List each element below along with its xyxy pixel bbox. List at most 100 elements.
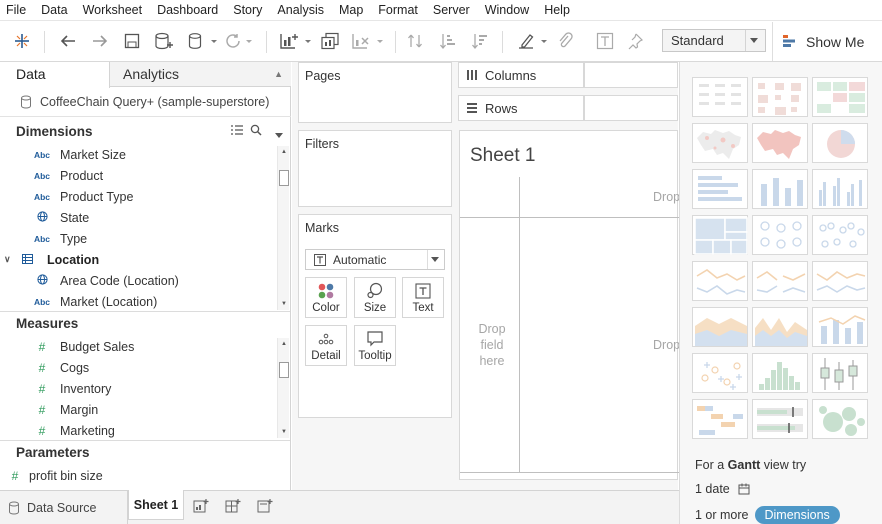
sort-descending-icon[interactable] [468,27,492,55]
side-by-side-bar-thumb[interactable] [812,169,868,209]
field-product-type[interactable]: Abc Product Type [0,186,133,207]
dimensions-scrollbar[interactable]: ▲ ▼ [277,146,289,310]
field-inventory[interactable]: # Inventory [0,378,112,399]
pause-updates-icon[interactable] [185,27,219,55]
datasource-item[interactable]: CoffeeChain Query+ (sample-superstore) [0,87,291,117]
area-discrete-thumb[interactable] [752,307,808,347]
view-size-select[interactable]: Standard [662,29,766,52]
highlight-icon[interactable] [514,27,550,55]
sort-ascending-icon[interactable] [436,27,460,55]
color-button[interactable]: Color [305,277,347,318]
swap-icon[interactable] [404,27,428,55]
menu-story[interactable]: Story [233,0,262,21]
area-continuous-thumb[interactable] [692,307,748,347]
save-icon[interactable] [121,27,143,55]
clear-icon[interactable] [348,27,386,55]
folder-location[interactable]: ∨ Location [0,249,99,270]
continuous-line-thumb[interactable] [692,261,748,301]
show-me-button[interactable]: Show Me [772,22,882,61]
search-icon[interactable] [250,124,262,139]
scroll-up-icon[interactable]: ▲ [278,338,290,350]
text-button[interactable]: Text [402,277,444,318]
menu-file[interactable]: File [6,0,26,21]
side-by-side-circle-thumb[interactable] [812,215,868,255]
field-market-location[interactable]: Abc Market (Location) [0,291,157,312]
pages-card[interactable]: Pages [298,62,452,123]
tab-data[interactable]: Data [0,62,110,88]
dual-combination-thumb[interactable] [812,307,868,347]
undo-icon[interactable] [56,27,80,55]
duplicate-icon[interactable] [318,27,342,55]
scroll-thumb[interactable] [279,362,289,378]
field-market-size[interactable]: Abc Market Size [0,144,126,165]
dimensions-menu-icon[interactable] [275,127,283,141]
text-table-thumb[interactable] [692,77,748,117]
horizontal-bar-thumb[interactable] [692,169,748,209]
redo-icon[interactable] [88,27,112,55]
gantt-chart-thumb[interactable] [692,399,748,439]
box-whisker-thumb[interactable] [812,353,868,393]
scroll-up-icon[interactable]: ▲ [278,146,290,158]
scatter-plot-thumb[interactable] [692,353,748,393]
drop-center-hint[interactable]: Drop [653,337,680,353]
circle-view-thumb[interactable] [752,215,808,255]
new-worksheet-tab-icon[interactable] [190,496,212,516]
menu-worksheet[interactable]: Worksheet [83,0,143,21]
field-area-code[interactable]: Area Code (Location) [0,270,179,291]
tableau-logo-icon[interactable] [10,27,34,55]
tab-sheet-1[interactable]: Sheet 1 [128,490,184,520]
measures-scrollbar[interactable]: ▲ ▼ [277,338,289,438]
packed-bubbles-thumb[interactable] [812,399,868,439]
filters-card[interactable]: Filters [298,130,452,207]
new-story-tab-icon[interactable] [254,496,276,516]
list-view-icon[interactable] [231,124,243,139]
dual-line-thumb[interactable] [812,261,868,301]
new-worksheet-icon[interactable] [276,27,314,55]
tab-data-source[interactable]: Data Source [0,491,128,524]
highlight-table-thumb[interactable] [812,77,868,117]
menu-window[interactable]: Window [485,0,529,21]
chevron-down-icon[interactable]: ∨ [4,254,20,265]
field-cogs[interactable]: # Cogs [0,357,90,378]
menu-help[interactable]: Help [544,0,570,21]
columns-drop-area[interactable] [584,62,678,88]
group-icon[interactable] [554,27,576,55]
scroll-thumb[interactable] [279,170,289,186]
field-type[interactable]: Abc Type [0,228,87,249]
stacked-bar-thumb[interactable] [752,169,808,209]
histogram-thumb[interactable] [752,353,808,393]
detail-button[interactable]: Detail [305,325,347,366]
tooltip-button[interactable]: Tooltip [354,325,396,366]
refresh-icon[interactable] [222,27,256,55]
field-margin[interactable]: # Margin [0,399,99,420]
labels-icon[interactable] [594,27,616,55]
pie-chart-thumb[interactable] [812,123,868,163]
heat-map-thumb[interactable] [752,77,808,117]
pin-icon[interactable] [624,27,646,55]
new-dashboard-tab-icon[interactable] [222,496,244,516]
field-state[interactable]: State [0,207,89,228]
size-button[interactable]: Size [354,277,396,318]
param-profit-bin-size[interactable]: # profit bin size [0,465,103,486]
symbol-map-thumb[interactable] [692,123,748,163]
menu-data[interactable]: Data [41,0,67,21]
menu-dashboard[interactable]: Dashboard [157,0,218,21]
discrete-line-thumb[interactable] [752,261,808,301]
bullet-graph-thumb[interactable] [752,399,808,439]
drop-columns-hint[interactable]: Drop [653,189,680,205]
treemap-thumb[interactable] [692,215,748,255]
field-product[interactable]: Abc Product [0,165,103,186]
new-data-source-icon[interactable] [152,27,176,55]
pane-menu-icon[interactable]: ▲ [274,62,283,87]
scroll-down-icon[interactable]: ▼ [278,298,290,310]
menu-analysis[interactable]: Analysis [277,0,324,21]
drop-rows-hint[interactable]: Drop field here [472,321,512,369]
menu-server[interactable]: Server [433,0,470,21]
rows-drop-area[interactable] [584,95,678,121]
filled-map-thumb[interactable] [752,123,808,163]
menu-map[interactable]: Map [339,0,363,21]
worksheet-view[interactable]: Sheet 1 Drop Drop field here Drop [459,130,680,480]
tab-analytics[interactable]: Analytics ▲ [110,62,291,87]
field-marketing[interactable]: # Marketing [0,420,115,441]
mark-type-select[interactable]: Automatic [305,249,445,270]
